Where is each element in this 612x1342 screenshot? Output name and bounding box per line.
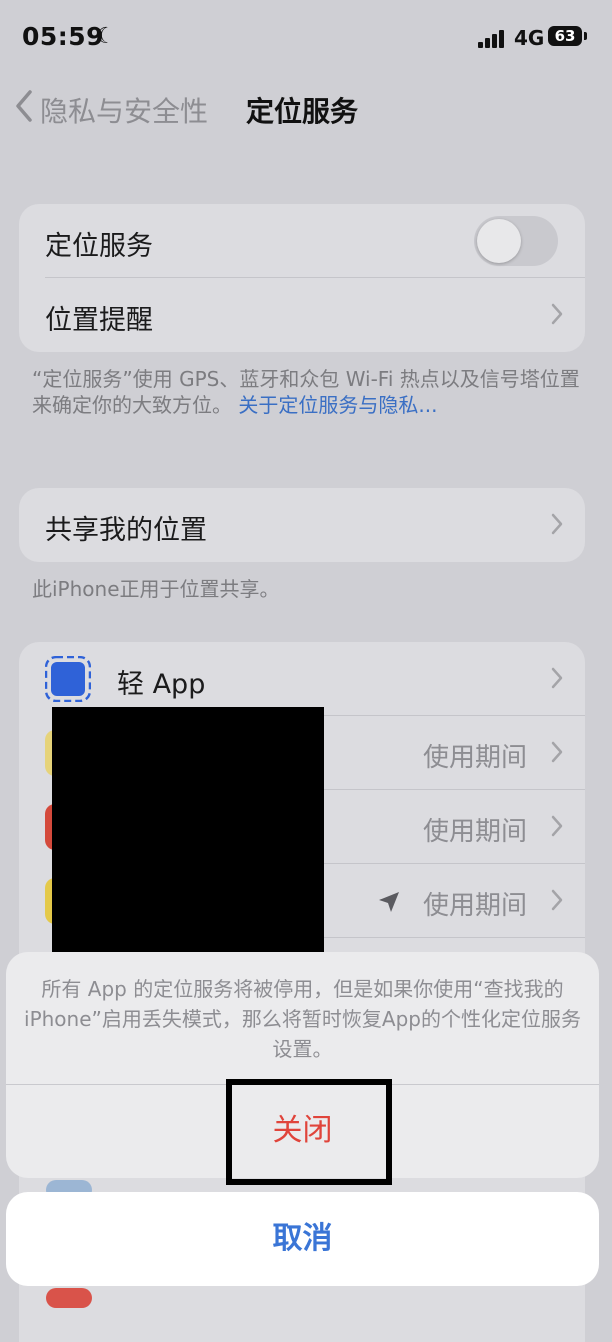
share-my-location-label: 共享我的位置 [45, 515, 207, 546]
app-permission: 使用期间 [422, 891, 527, 921]
location-arrow-icon [379, 892, 399, 912]
app-permission: 使用期间 [422, 743, 527, 773]
toggle-knob [477, 219, 521, 263]
location-services-row: 定位服务 [19, 204, 585, 278]
app-permission: 使用期间 [422, 817, 527, 847]
location-services-toggle[interactable] [474, 216, 558, 266]
cellular-signal-icon [478, 30, 506, 48]
chevron-right-icon [551, 741, 563, 763]
app-icon [45, 656, 91, 702]
annotation-highlight-box [226, 1079, 392, 1185]
action-sheet-message: 所有 App 的定位服务将被停用，但是如果你使用“查找我的iPhone”启用丢失… [24, 977, 581, 1061]
battery-icon: 63 [548, 26, 587, 46]
location-services-label: 定位服务 [45, 231, 153, 262]
network-type: 4G [514, 26, 545, 50]
app-name: 轻 App [117, 669, 206, 700]
redacted-area [52, 707, 324, 985]
share-location-group: 共享我的位置 [19, 488, 585, 562]
cancel-button[interactable]: 取消 [6, 1192, 599, 1286]
chevron-right-icon [551, 889, 563, 911]
share-my-location-row[interactable]: 共享我的位置 [19, 488, 585, 562]
chevron-right-icon [551, 815, 563, 837]
chevron-right-icon [551, 303, 563, 325]
back-button[interactable]: 隐私与安全性 [40, 90, 208, 130]
chevron-right-icon [551, 513, 563, 535]
location-reminders-row[interactable]: 位置提醒 [19, 278, 585, 352]
page-title: 定位服务 [246, 95, 359, 128]
status-time: 05:59 [22, 22, 105, 51]
navigation-bar: 隐私与安全性 定位服务 [0, 76, 612, 142]
chevron-left-icon[interactable] [12, 86, 38, 126]
chevron-right-icon [551, 667, 563, 689]
app-icon [46, 1288, 92, 1308]
status-bar: 05:59 ☾ 4G 63 [0, 0, 612, 76]
location-settings-group: 定位服务 位置提醒 [19, 204, 585, 352]
moon-icon: ☾ [96, 24, 116, 49]
battery-level: 63 [554, 27, 576, 45]
share-location-footnote: 此iPhone正用于位置共享。 [32, 577, 280, 601]
location-reminders-label: 位置提醒 [45, 305, 153, 336]
location-services-footnote: “定位服务”使用 GPS、蓝牙和众包 Wi-Fi 热点以及信号塔位置来确定你的大… [32, 366, 582, 418]
privacy-link[interactable]: 关于定位服务与隐私... [238, 393, 437, 417]
app-row[interactable]: 轻 App [19, 642, 585, 716]
